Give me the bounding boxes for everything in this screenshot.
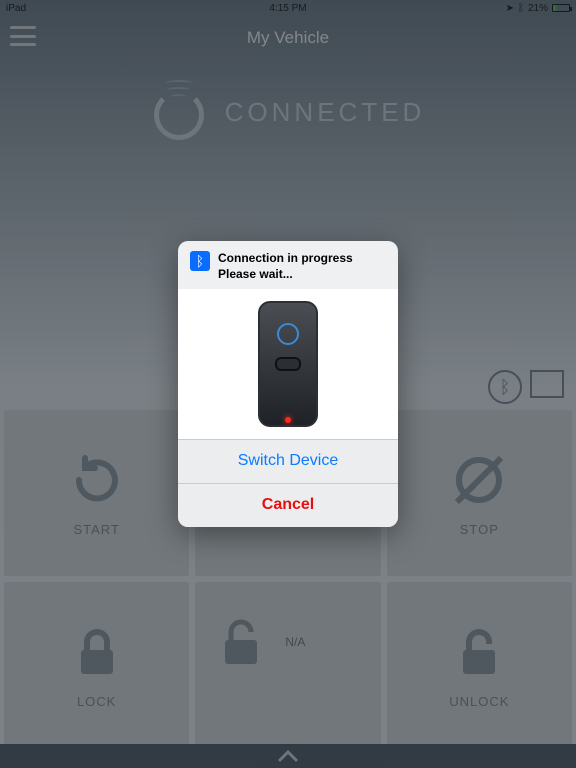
switch-device-button[interactable]: Switch Device xyxy=(178,439,398,483)
bluetooth-icon: ᛒ xyxy=(190,251,210,271)
cancel-button[interactable]: Cancel xyxy=(178,483,398,527)
modal-image xyxy=(178,289,398,439)
remote-device-image xyxy=(258,301,318,427)
modal-overlay: ᛒ Connection in progress Please wait... … xyxy=(0,0,576,768)
modal-header: ᛒ Connection in progress Please wait... xyxy=(178,241,398,288)
app-root: iPad 4:15 PM ➤ ᛒ 21% My Vehicle CONNECTE… xyxy=(0,0,576,768)
modal-line1: Connection in progress xyxy=(218,251,353,267)
modal-line2: Please wait... xyxy=(218,267,353,283)
connection-modal: ᛒ Connection in progress Please wait... … xyxy=(178,241,398,526)
